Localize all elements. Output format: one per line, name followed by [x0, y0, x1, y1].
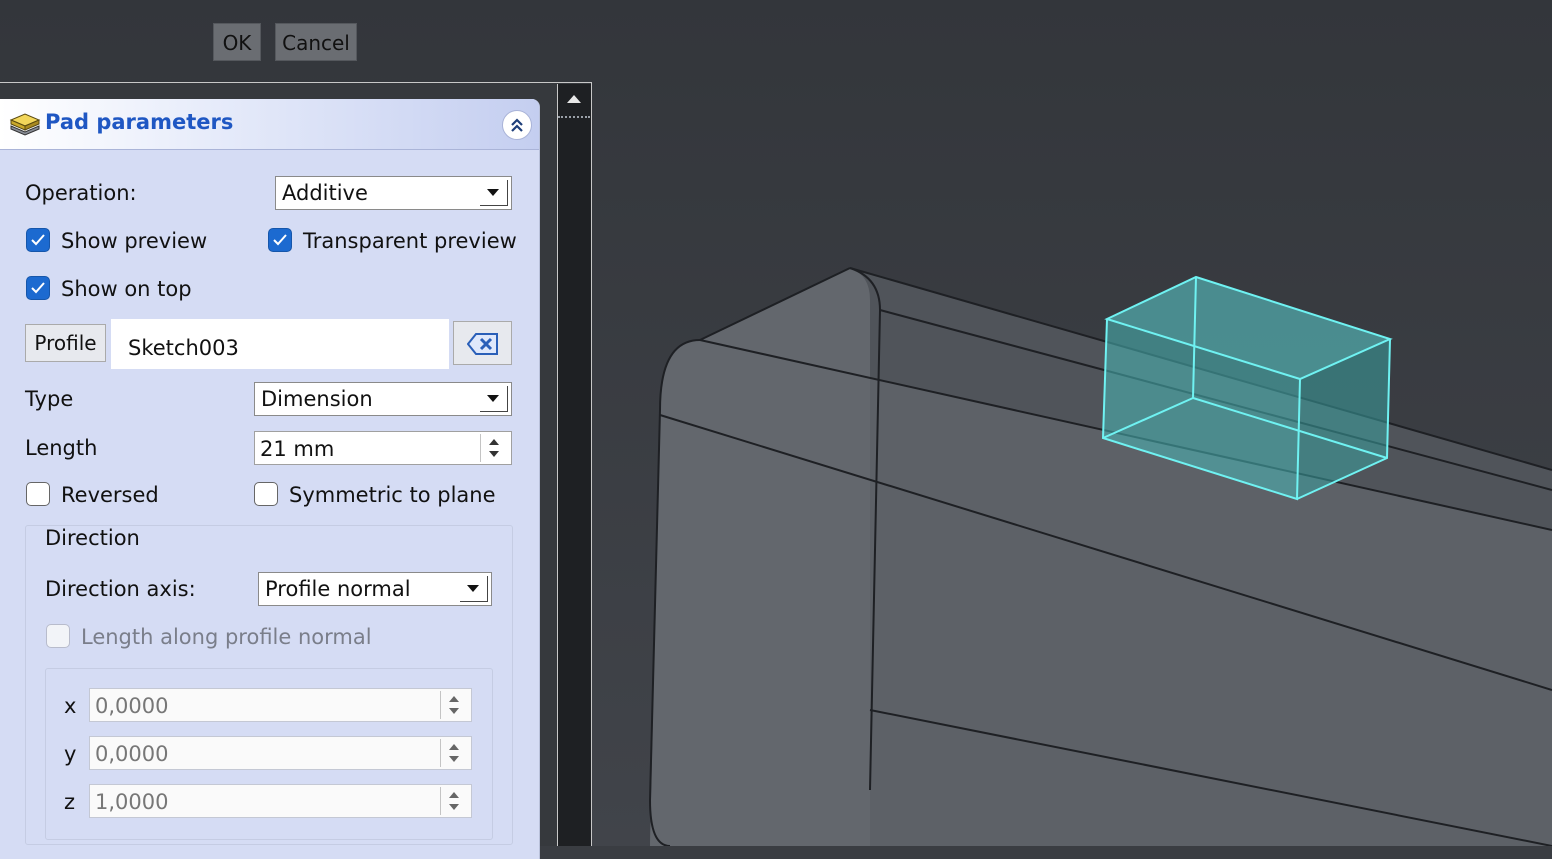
operation-combo[interactable]: Additive [275, 176, 512, 210]
check-icon [273, 234, 287, 246]
chevron-double-up-icon [511, 118, 523, 132]
chevron-down-icon [480, 180, 508, 206]
y-input[interactable]: 0,0000 [89, 736, 472, 770]
z-spin-buttons[interactable] [440, 787, 469, 815]
length-spin-buttons[interactable] [480, 434, 509, 462]
transparent-preview-checkbox[interactable] [268, 228, 292, 252]
x-value: 0,0000 [95, 694, 169, 718]
direction-axis-value: Profile normal [265, 577, 411, 601]
length-input[interactable]: 21 mm [254, 431, 512, 465]
pad-icon [9, 113, 41, 136]
type-label: Type [25, 387, 74, 411]
direction-axis-combo[interactable]: Profile normal [258, 572, 492, 606]
clear-icon [467, 333, 498, 355]
panel-title: Pad parameters [45, 110, 234, 134]
scroll-up-button[interactable] [558, 84, 590, 118]
operation-label: Operation: [25, 181, 137, 205]
check-icon [31, 234, 45, 246]
reversed-checkbox[interactable] [26, 482, 50, 506]
show-on-top-checkbox[interactable] [26, 276, 50, 300]
task-panel-scrollbar[interactable] [557, 84, 591, 846]
y-label: y [64, 742, 77, 766]
symmetric-checkbox[interactable] [254, 482, 278, 506]
chevron-down-icon [460, 576, 488, 602]
ok-button[interactable]: OK [213, 23, 261, 61]
length-value: 21 mm [260, 437, 335, 461]
length-along-normal-label: Length along profile normal [81, 625, 372, 649]
profile-button[interactable]: Profile [25, 324, 106, 362]
type-value: Dimension [261, 387, 373, 411]
cancel-button[interactable]: Cancel [275, 23, 357, 61]
reversed-label[interactable]: Reversed [61, 483, 159, 507]
y-value: 0,0000 [95, 742, 169, 766]
show-on-top-label[interactable]: Show on top [61, 277, 192, 301]
z-label: z [64, 790, 76, 814]
show-preview-label[interactable]: Show preview [61, 229, 207, 253]
length-along-normal-checkbox[interactable] [46, 624, 70, 648]
z-input[interactable]: 1,0000 [89, 784, 472, 818]
check-icon [31, 282, 45, 294]
direction-group-title: Direction [45, 526, 140, 550]
transparent-preview-label[interactable]: Transparent preview [303, 229, 517, 253]
type-combo[interactable]: Dimension [254, 382, 512, 416]
length-label: Length [25, 436, 98, 460]
collapse-button[interactable] [502, 110, 532, 140]
profile-field[interactable]: Sketch003 [111, 319, 449, 369]
chevron-down-icon [480, 386, 508, 412]
clear-profile-button[interactable] [453, 321, 512, 365]
x-spin-buttons[interactable] [440, 691, 469, 719]
symmetric-label[interactable]: Symmetric to plane [289, 483, 496, 507]
show-preview-checkbox[interactable] [26, 228, 50, 252]
y-spin-buttons[interactable] [440, 739, 469, 767]
panel-header[interactable]: Pad parameters [0, 99, 539, 150]
direction-axis-label: Direction axis: [45, 577, 196, 601]
x-input[interactable]: 0,0000 [89, 688, 472, 722]
x-label: x [64, 694, 77, 718]
z-value: 1,0000 [95, 790, 169, 814]
operation-value: Additive [282, 181, 368, 205]
